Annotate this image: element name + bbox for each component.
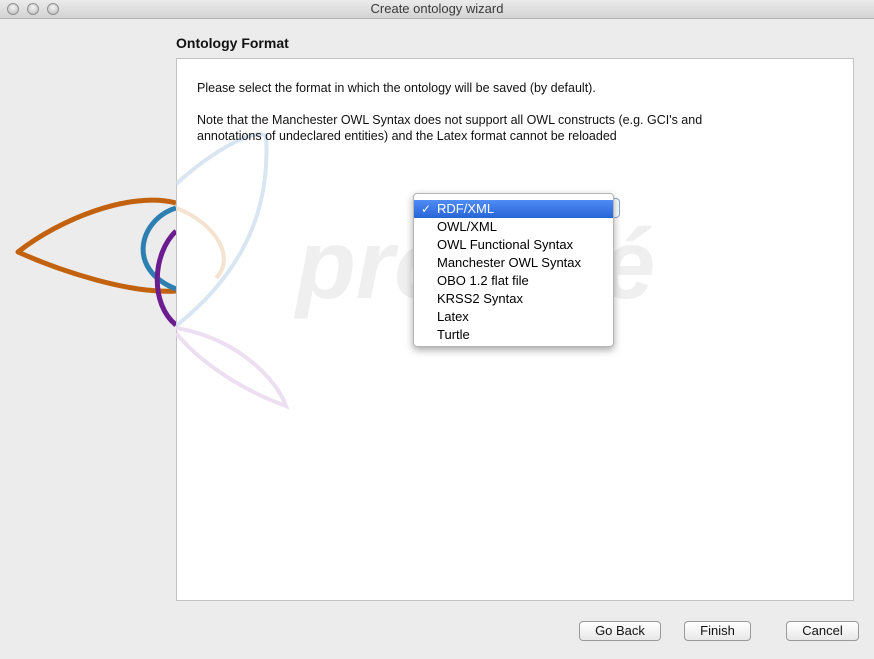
menu-item-label: Manchester OWL Syntax — [437, 255, 582, 270]
menu-item-label: Latex — [437, 309, 469, 324]
menu-item-owl-functional[interactable]: OWL Functional Syntax — [414, 236, 613, 254]
menu-item-latex[interactable]: Latex — [414, 308, 613, 326]
menu-item-label: Turtle — [437, 327, 470, 342]
note-line-1: Note that the Manchester OWL Syntax does… — [197, 113, 703, 127]
title-bar: Create ontology wizard — [0, 0, 874, 19]
cancel-button[interactable]: Cancel — [786, 621, 859, 641]
page-heading: Ontology Format — [176, 35, 289, 51]
menu-item-obo[interactable]: OBO 1.2 flat file — [414, 272, 613, 290]
window-title: Create ontology wizard — [370, 1, 504, 16]
menu-item-label: KRSS2 Syntax — [437, 291, 523, 306]
menu-item-rdf-xml[interactable]: ✓ RDF/XML — [414, 200, 613, 218]
menu-item-krss2[interactable]: KRSS2 Syntax — [414, 290, 613, 308]
instruction-text: Please select the format in which the on… — [197, 81, 596, 95]
format-dropdown-menu: ✓ RDF/XML OWL/XML OWL Functional Syntax … — [413, 193, 614, 347]
note-line-2: annotations of undeclared entities) and … — [197, 129, 617, 143]
menu-item-label: OBO 1.2 flat file — [437, 273, 529, 288]
menu-item-owl-xml[interactable]: OWL/XML — [414, 218, 613, 236]
menu-item-label: RDF/XML — [437, 201, 495, 216]
menu-item-turtle[interactable]: Turtle — [414, 326, 613, 344]
menu-item-label: OWL/XML — [437, 219, 497, 234]
menu-item-label: OWL Functional Syntax — [437, 237, 574, 252]
checkmark-icon: ✓ — [421, 202, 432, 216]
go-back-button[interactable]: Go Back — [579, 621, 661, 641]
menu-item-manchester[interactable]: Manchester OWL Syntax — [414, 254, 613, 272]
wizard-sidebar — [0, 19, 176, 659]
finish-button[interactable]: Finish — [684, 621, 751, 641]
